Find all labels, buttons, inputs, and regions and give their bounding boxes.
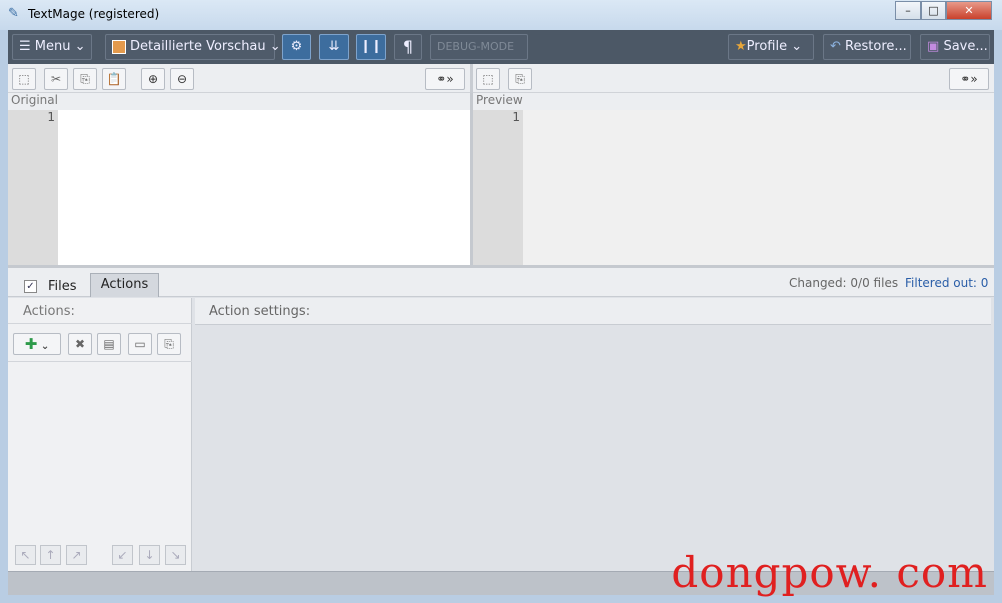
maximize-button[interactable]: □: [921, 1, 946, 20]
restore-label: Restore...: [845, 39, 907, 54]
zoom-out-icon: ⊖: [176, 72, 188, 86]
download-button[interactable]: ⇊: [319, 34, 349, 60]
rename-action-button[interactable]: ▭: [128, 333, 152, 355]
binoculars-icon: ⚭»: [436, 72, 454, 86]
profile-label: Profile ⌄: [746, 39, 803, 54]
filtered-out-link[interactable]: Filtered out: 0: [905, 276, 988, 290]
close-button[interactable]: ✕: [946, 1, 992, 20]
menu-button[interactable]: ☰ Menu ⌄: [12, 34, 92, 60]
rename-icon: ▭: [134, 337, 146, 351]
select-button[interactable]: ⬚: [12, 68, 36, 90]
line-number: 1: [512, 110, 520, 124]
line-number: 1: [47, 110, 55, 124]
actions-list-panel: Actions: ✚ ⌄ ✖ ▤ ▭ ⎘: [8, 298, 192, 571]
zoom-in-button[interactable]: ⊕: [141, 68, 165, 90]
preview-select-button[interactable]: ⬚: [476, 68, 500, 90]
preview-find-button[interactable]: ⚭»: [949, 68, 989, 90]
add-action-button[interactable]: ✚ ⌄: [13, 333, 61, 355]
move-down-button[interactable]: ↓: [139, 545, 160, 565]
original-editor[interactable]: [58, 110, 470, 266]
editor-toolbar: ⬚ ✂ ⎘ 📋 ⊕ ⊖ ⚭» ⬚ ⎘ ⚭»: [8, 64, 994, 93]
download-icon: ⇊: [328, 39, 340, 54]
floppy-icon: ▣: [927, 39, 940, 54]
preview-header: Preview: [473, 93, 994, 110]
paste-icon: 📋: [106, 72, 122, 86]
preview-label: Preview: [476, 93, 523, 107]
pilcrow-button[interactable]: ¶: [394, 34, 422, 60]
move-top-right-button[interactable]: ↗: [66, 545, 87, 565]
copy-icon: ⎘: [164, 337, 174, 351]
cursor-icon: ⬚: [482, 72, 494, 86]
columns-icon: ❙❙: [360, 39, 382, 54]
action-settings-label: Action settings:: [209, 304, 311, 319]
chevron-down-icon: ⌄: [37, 341, 50, 352]
minimize-button[interactable]: –: [895, 1, 921, 20]
duplicate-action-button[interactable]: ⎘: [157, 333, 181, 355]
profile-button[interactable]: ★Profile ⌄: [728, 34, 814, 60]
arrow-down-right-icon: ↘: [170, 548, 181, 562]
arrow-up-right-icon: ↗: [71, 548, 82, 562]
star-icon: ★: [735, 39, 747, 54]
arrow-down-icon: ↓: [144, 548, 155, 562]
window-title: TextMage (registered): [28, 7, 160, 21]
restore-button[interactable]: ↶ Restore...: [823, 34, 911, 60]
bottom-panel: ✓ Files Actions Changed: 0/0 files Filte…: [8, 268, 994, 571]
original-header: Original: [8, 93, 470, 110]
changed-count: Changed: 0/0 files: [789, 276, 899, 290]
undo-icon: ↶: [830, 39, 841, 54]
arrow-up-left-icon: ↖: [20, 548, 31, 562]
copy-icon: ⎘: [515, 72, 525, 86]
original-label: Original: [11, 93, 58, 107]
preview-editor: [523, 110, 994, 266]
plus-icon: ✚: [24, 335, 38, 353]
action-settings-header: Action settings:: [195, 298, 991, 325]
files-checkbox[interactable]: ✓: [24, 280, 37, 293]
find-button[interactable]: ⚭»: [425, 68, 465, 90]
arrow-down-left-icon: ↙: [117, 548, 128, 562]
binoculars-icon: ⚭»: [960, 72, 978, 86]
copy-icon: ⎘: [80, 72, 90, 86]
clear-actions-button[interactable]: ▤: [97, 333, 121, 355]
view-dropdown[interactable]: Detaillierte Vorschau ⌄: [105, 34, 281, 60]
save-label: Save...: [943, 39, 988, 54]
save-button[interactable]: ▣ Save...: [920, 34, 990, 60]
cut-button[interactable]: ✂: [44, 68, 68, 90]
move-top-left-button[interactable]: ↖: [15, 545, 36, 565]
original-line-numbers: 1: [8, 110, 58, 266]
split-view-button[interactable]: ❙❙: [356, 34, 386, 60]
layout-icon: [112, 40, 126, 54]
watermark: dongpow. com: [671, 548, 988, 597]
x-icon: ✖: [74, 337, 86, 351]
zoom-out-button[interactable]: ⊖: [170, 68, 194, 90]
move-bottom-left-button[interactable]: ↙: [112, 545, 133, 565]
preview-copy-button[interactable]: ⎘: [508, 68, 532, 90]
delete-action-button[interactable]: ✖: [68, 333, 92, 355]
pane-splitter[interactable]: [470, 64, 473, 93]
scissors-icon: ✂: [50, 72, 62, 86]
app-icon: ✎: [8, 6, 19, 21]
view-label: Detaillierte Vorschau ⌄: [130, 39, 281, 54]
main-toolbar: ☰ Menu ⌄ Detaillierte Vorschau ⌄ ⚙ ⇊ ❙❙ …: [8, 30, 994, 64]
tab-bar: ✓ Files Actions Changed: 0/0 files Filte…: [8, 268, 994, 297]
tab-files[interactable]: Files: [48, 279, 77, 294]
paste-button[interactable]: 📋: [102, 68, 126, 90]
cursor-icon: ⬚: [18, 72, 30, 86]
copy-button[interactable]: ⎘: [73, 68, 97, 90]
debug-mode-button[interactable]: DEBUG-MODE: [430, 34, 528, 60]
move-up-button[interactable]: ↑: [40, 545, 61, 565]
arrow-up-icon: ↑: [45, 548, 56, 562]
zoom-in-icon: ⊕: [147, 72, 159, 86]
file-settings-button[interactable]: ⚙: [282, 34, 311, 60]
file-gear-icon: ⚙: [290, 39, 303, 54]
preview-line-numbers: 1: [473, 110, 523, 266]
clear-list-icon: ▤: [103, 337, 115, 351]
actions-label: Actions:: [23, 304, 75, 319]
title-bar: ✎ TextMage (registered) – □ ✕: [0, 0, 1002, 30]
move-bottom-right-button[interactable]: ↘: [165, 545, 186, 565]
tab-actions[interactable]: Actions: [90, 273, 159, 297]
